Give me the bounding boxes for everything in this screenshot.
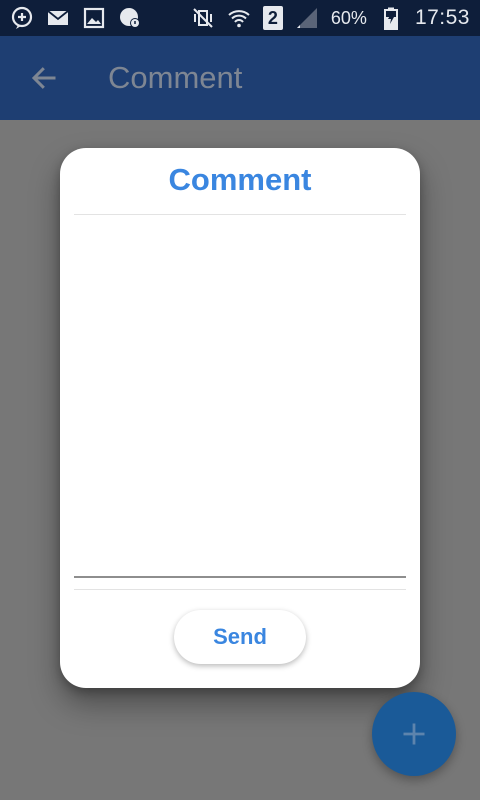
sim-badge: 2 — [262, 6, 283, 30]
status-right-icons: 2 60% 17:53 — [191, 6, 470, 30]
clock: 17:53 — [414, 6, 470, 29]
arrow-left-icon[interactable] — [24, 58, 64, 98]
comment-input[interactable] — [74, 216, 406, 578]
chat-plus-icon — [10, 6, 34, 30]
status-left-icons — [10, 6, 142, 30]
wifi-icon — [227, 6, 251, 30]
app-bar: Comment — [0, 36, 480, 120]
image-icon — [82, 6, 106, 30]
add-fab-button[interactable] — [372, 692, 456, 776]
app-bar-title: Comment — [108, 60, 243, 95]
comment-dialog: Comment Send — [60, 148, 420, 688]
status-bar: 2 60% 17:53 — [0, 0, 480, 36]
signal-icon — [295, 6, 319, 30]
battery-percent: 60% — [330, 7, 367, 28]
mute-vibrate-icon — [191, 6, 215, 30]
dialog-divider-top — [74, 214, 406, 215]
whatsapp-icon — [118, 6, 142, 30]
send-button[interactable]: Send — [174, 610, 306, 664]
mail-icon — [46, 6, 70, 30]
dialog-divider-bottom — [74, 589, 406, 590]
plus-icon — [400, 720, 428, 748]
battery-charging-icon — [379, 6, 403, 30]
dialog-title: Comment — [168, 162, 312, 197]
